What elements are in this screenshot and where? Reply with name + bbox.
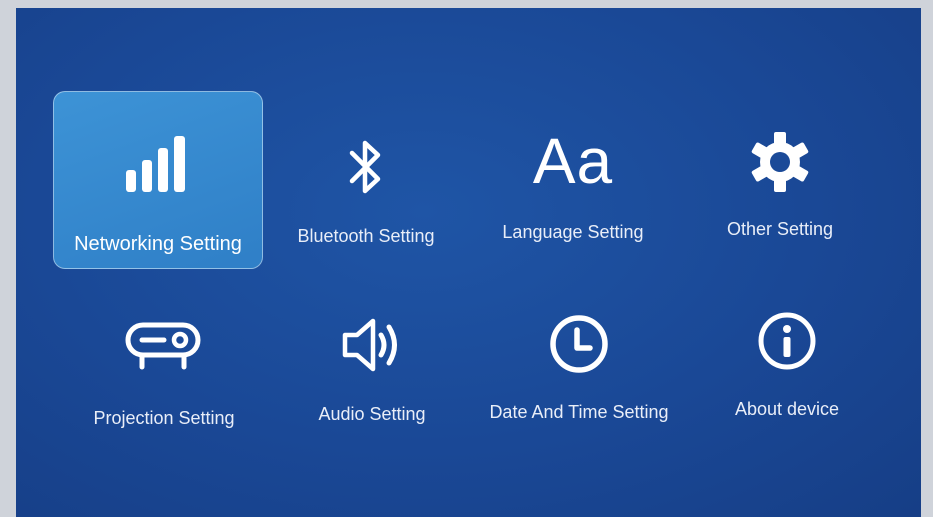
signal-bars-icon: [54, 134, 262, 196]
settings-screen: Networking Setting Bluetooth Setting Aa …: [16, 8, 921, 517]
audio-setting-tile[interactable]: Audio Setting: [267, 283, 477, 461]
language-setting-label: Language Setting: [502, 222, 644, 242]
about-device-tile[interactable]: About device: [682, 283, 892, 461]
bluetooth-icon: [261, 135, 471, 199]
date-time-setting-label: Date And Time Setting: [489, 402, 669, 422]
speaker-icon: [267, 313, 477, 377]
gear-icon: [675, 129, 885, 195]
other-setting-tile[interactable]: Other Setting: [675, 91, 885, 269]
bluetooth-setting-tile[interactable]: Bluetooth Setting: [261, 91, 471, 269]
info-icon: [682, 308, 892, 374]
other-setting-label: Other Setting: [726, 219, 834, 239]
bluetooth-setting-label: Bluetooth Setting: [297, 226, 435, 246]
projector-icon: [59, 321, 269, 371]
about-device-label: About device: [734, 399, 840, 419]
date-time-setting-tile[interactable]: Date And Time Setting: [474, 283, 684, 461]
language-icon: Aa: [532, 125, 614, 197]
projection-setting-label: Projection Setting: [93, 408, 235, 428]
networking-setting-tile[interactable]: Networking Setting: [53, 91, 263, 269]
networking-setting-label: Networking Setting: [74, 233, 242, 255]
language-setting-tile[interactable]: Aa Language Setting: [468, 91, 678, 269]
projection-setting-tile[interactable]: Projection Setting: [59, 283, 269, 461]
clock-icon: [474, 311, 684, 377]
audio-setting-label: Audio Setting: [318, 404, 426, 424]
